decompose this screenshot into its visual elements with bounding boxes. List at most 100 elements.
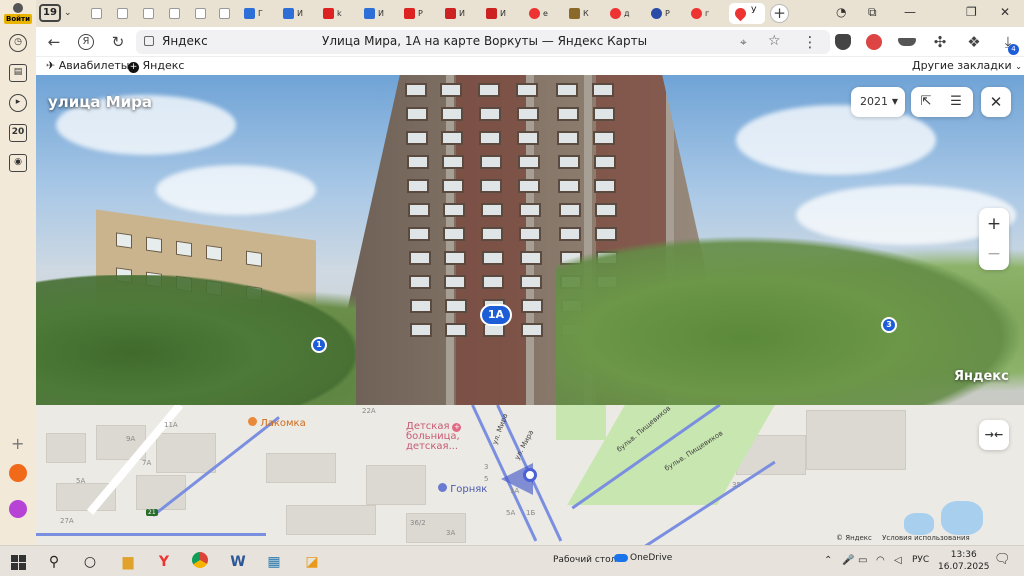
poi-lakomka[interactable]: Лакомка — [248, 417, 306, 429]
tray-chevron-icon[interactable]: ⌃ — [824, 555, 832, 566]
downloads-badge: 4 — [1008, 44, 1019, 55]
vpn-extension-icon[interactable] — [898, 38, 916, 46]
collections-icon[interactable]: ▤ — [9, 64, 27, 82]
other-bookmarks[interactable]: Другие закладки ⌄ — [912, 59, 1022, 72]
tab[interactable] — [88, 4, 110, 23]
language-indicator[interactable]: РУС — [912, 555, 929, 565]
restore-button[interactable]: ❐ — [966, 5, 977, 19]
tab[interactable]: И — [442, 4, 472, 23]
close-panorama-button[interactable]: ✕ — [981, 87, 1011, 117]
location-pin-icon[interactable]: ⌖ — [740, 35, 747, 50]
tab[interactable]: К — [566, 4, 596, 23]
pin-icon[interactable]: ◔ — [836, 5, 846, 19]
navigation-bar: ← Я ↻ Яндекс Улица Мира, 1А на карте Вор… — [36, 27, 1024, 57]
task-view-icon[interactable]: ○ — [80, 552, 100, 572]
tab[interactable]: г — [688, 4, 718, 23]
expand-map-button[interactable]: →← — [979, 420, 1009, 450]
tab[interactable] — [140, 4, 162, 23]
history-icon[interactable]: ◷ — [9, 34, 27, 52]
tab[interactable]: Г — [241, 4, 271, 23]
house-marker-1[interactable]: 1 — [311, 337, 327, 353]
shield-extension-icon[interactable] — [835, 34, 851, 50]
tab-active[interactable]: У — [729, 3, 765, 24]
menu-dots-icon[interactable]: ⋮ — [800, 32, 820, 52]
document-icon — [117, 8, 128, 19]
bookmark-aviabilety[interactable]: ✈ Авиабилеты — [46, 59, 129, 72]
word-icon[interactable]: W — [228, 552, 248, 572]
puzzle-icon[interactable]: ✣ — [930, 32, 950, 52]
close-window-button[interactable]: ✕ — [1000, 5, 1010, 19]
yandex-logo-icon[interactable]: Я — [78, 34, 94, 50]
network-icon[interactable]: ▭ — [858, 555, 867, 566]
desktop-toolbar-label[interactable]: Рабочий стол — [553, 555, 616, 565]
tab[interactable]: И — [280, 4, 310, 23]
tab[interactable] — [166, 4, 188, 23]
microphone-icon[interactable]: 🎤 — [842, 555, 854, 566]
search-icon[interactable]: ⚲ — [44, 552, 64, 572]
tab[interactable]: И — [361, 4, 391, 23]
terms-link[interactable]: Условия использования — [882, 534, 970, 542]
tabs-menu-chevron-icon[interactable]: ⌄ — [64, 4, 86, 23]
yandex-app-icon[interactable] — [9, 464, 27, 482]
rgo-icon — [404, 8, 415, 19]
emblem-icon — [569, 8, 580, 19]
zoom-out-button[interactable]: − — [979, 239, 1009, 269]
tab[interactable]: Р — [401, 4, 431, 23]
wifi-icon[interactable]: ◠ — [876, 555, 885, 566]
house-marker-1a[interactable]: 1А — [480, 304, 512, 326]
building-window — [593, 131, 615, 145]
app-icon[interactable]: ◪ — [302, 552, 322, 572]
notifications-icon[interactable]: 🗨 — [994, 552, 1011, 567]
address-host: Яндекс — [162, 34, 208, 48]
building-window — [441, 131, 463, 145]
address-bar[interactable]: Яндекс Улица Мира, 1А на карте Воркуты —… — [136, 30, 830, 54]
house-marker-3[interactable]: 3 — [881, 317, 897, 333]
reload-button[interactable]: ↻ — [108, 32, 128, 52]
mail-icon — [364, 8, 375, 19]
street-panorama[interactable]: улица Мира 2021 ▼ ⇱ ☰ ✕ + − 1А 1 3 Яндек… — [36, 75, 1024, 405]
login-button[interactable]: Войти — [4, 2, 32, 24]
calculator-icon[interactable]: ▦ — [264, 552, 284, 572]
tab[interactable]: И — [483, 4, 513, 23]
building-window — [410, 323, 432, 337]
chrome-icon[interactable] — [190, 552, 210, 572]
collections-bar-icon[interactable]: ❖ — [964, 32, 984, 52]
add-icon[interactable]: + — [11, 434, 24, 453]
road-badge: 21 — [146, 509, 158, 516]
clock[interactable]: 13:36 16.07.2025 — [938, 549, 990, 573]
tab[interactable]: е — [526, 4, 556, 23]
yandex-browser-icon[interactable]: Y — [154, 552, 174, 572]
share-icon[interactable]: ⇱ — [917, 93, 935, 111]
file-explorer-icon[interactable]: ▆ — [118, 552, 138, 572]
play-icon[interactable]: ▸ — [9, 94, 27, 112]
onedrive-label[interactable]: OneDrive — [630, 553, 672, 563]
mini-map[interactable]: 22А 11А 9А 7А 5А 27А 3 5 1А 36/2 5А 3А 3… — [36, 405, 1024, 545]
cloud — [736, 105, 936, 175]
screenshot-icon[interactable]: ◉ — [9, 154, 27, 172]
extension-icon[interactable] — [866, 34, 882, 50]
current-position-marker[interactable] — [523, 468, 537, 482]
minimize-button[interactable]: — — [904, 5, 916, 19]
windows-start-icon[interactable] — [8, 552, 28, 572]
menu-icon[interactable]: ☰ — [947, 93, 965, 111]
building-window — [558, 203, 581, 217]
back-button[interactable]: ← — [44, 32, 64, 52]
alice-icon[interactable] — [9, 500, 27, 518]
year-select[interactable]: 2021 ▼ — [851, 87, 905, 117]
new-tab-button[interactable]: + — [770, 4, 789, 23]
poi-gornyak[interactable]: Горняк — [438, 483, 487, 495]
volume-icon[interactable]: ◁ — [894, 555, 902, 566]
tab[interactable]: Р — [648, 4, 678, 23]
bookmark-icon[interactable]: ☆ — [768, 33, 781, 49]
tab[interactable] — [216, 4, 238, 23]
bookmark-yandex[interactable]: + Яндекс — [128, 59, 184, 73]
building-window — [409, 299, 432, 313]
tab-count-button[interactable]: 19 — [39, 4, 61, 22]
zoom-in-button[interactable]: + — [979, 209, 1009, 239]
tab[interactable] — [114, 4, 136, 23]
badge-icon[interactable]: 20 — [9, 124, 27, 142]
tab[interactable] — [192, 4, 214, 23]
tab[interactable]: k — [320, 4, 350, 23]
tab[interactable]: д — [607, 4, 637, 23]
tab-groups-icon[interactable]: ⧉ — [868, 5, 877, 20]
